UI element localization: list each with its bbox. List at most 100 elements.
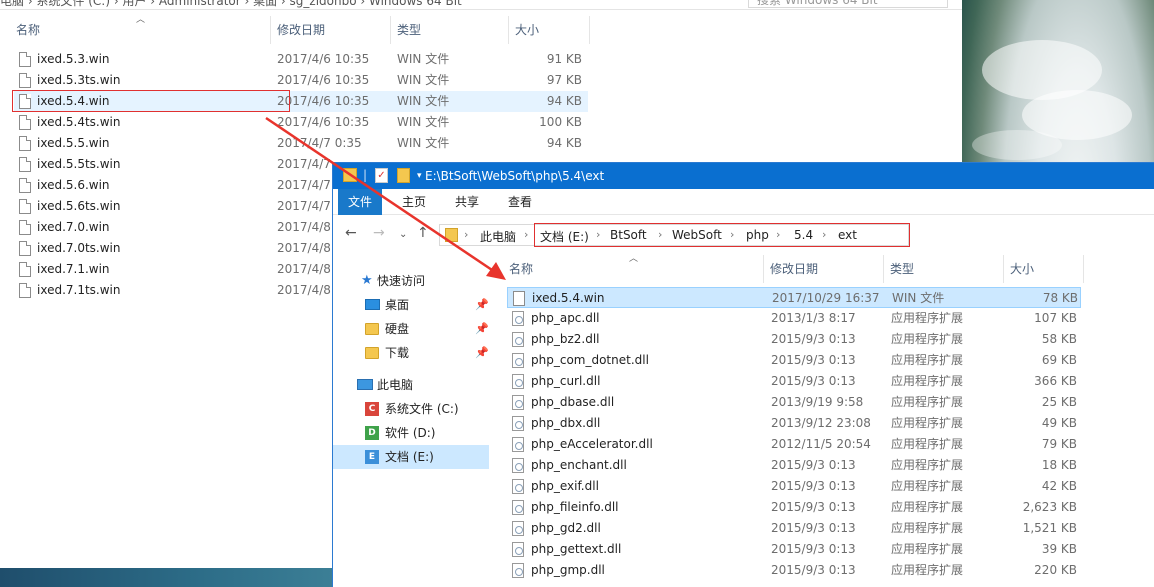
recent-chevron-icon[interactable]: ⌄ <box>399 229 407 240</box>
properties-icon[interactable]: ✓ <box>375 168 388 183</box>
dll-file-icon <box>512 521 524 536</box>
table-row[interactable]: php_gd2.dll 2015/9/3 0:13 应用程序扩展 1,521 KB <box>507 518 1081 539</box>
dll-file-icon <box>512 437 524 452</box>
file-date: 2015/9/3 0:13 <box>771 542 856 556</box>
table-row[interactable]: php_enchant.dll 2015/9/3 0:13 应用程序扩展 18 KB <box>507 455 1081 476</box>
file-icon <box>19 73 31 88</box>
back-search-input[interactable]: 搜索 Windows 64 Bit <box>748 0 948 8</box>
file-date: 2017/4/8 <box>277 262 331 276</box>
back-header-size[interactable]: 大小 <box>509 16 589 44</box>
header-date[interactable]: 修改日期 <box>764 255 884 283</box>
breadcrumb-separator-icon[interactable]: › <box>464 228 468 241</box>
file-size: 18 KB <box>1041 458 1077 472</box>
ribbon-tabs: 文件 主页 共享 查看 <box>333 189 1154 215</box>
dll-file-icon <box>512 311 524 326</box>
table-row[interactable]: php_exif.dll 2015/9/3 0:13 应用程序扩展 42 KB <box>507 476 1081 497</box>
nav-label: 系统文件 (C:) <box>385 402 459 416</box>
new-folder-icon[interactable] <box>397 168 410 183</box>
file-name: ixed.5.4.win <box>532 291 605 305</box>
dll-file-icon <box>512 458 524 473</box>
pin-icon[interactable]: 📌 <box>475 317 489 341</box>
table-row[interactable]: php_bz2.dll 2015/9/3 0:13 应用程序扩展 58 KB <box>507 329 1081 350</box>
file-type: WIN 文件 <box>397 136 450 150</box>
file-date: 2017/4/6 10:35 <box>277 94 370 108</box>
back-header-name[interactable]: 名称 <box>10 16 272 44</box>
header-type[interactable]: 类型 <box>884 255 1002 283</box>
nav-quick-access[interactable]: ★ 快速访问 <box>333 269 489 293</box>
tab-file[interactable]: 文件 <box>338 189 382 215</box>
back-breadcrumb[interactable]: 电脑 › 系统文件 (C:) › 用户 › Administrator › 桌面… <box>0 0 462 9</box>
file-date: 2017/4/6 10:35 <box>277 52 370 66</box>
drive-c-icon: C <box>365 402 379 416</box>
pin-icon[interactable]: 📌 <box>475 293 489 317</box>
file-type: 应用程序扩展 <box>891 416 964 430</box>
file-date: 2013/9/12 23:08 <box>771 416 871 430</box>
navigation-bar: ← → ⌄ ↑ › 此电脑 › 文档 (E:) › BtSoft › WebSo… <box>333 215 1154 255</box>
file-date: 2017/4/8 <box>277 220 331 234</box>
file-icon <box>19 241 31 256</box>
table-row[interactable]: php_curl.dll 2015/9/3 0:13 应用程序扩展 366 KB <box>507 371 1081 392</box>
file-size: 42 KB <box>1041 479 1077 493</box>
file-type: 应用程序扩展 <box>891 353 964 367</box>
nav-drive-e[interactable]: E 文档 (E:) <box>333 445 489 469</box>
drive-e-icon: E <box>365 450 379 464</box>
table-row[interactable]: php_gmp.dll 2015/9/3 0:13 应用程序扩展 220 KB <box>507 560 1081 581</box>
header-divider[interactable] <box>1083 255 1084 283</box>
back-address-bar[interactable]: 电脑 › 系统文件 (C:) › 用户 › Administrator › 桌面… <box>0 0 962 10</box>
tab-share[interactable]: 共享 <box>447 189 487 215</box>
header-name[interactable]: 名称 <box>503 255 765 283</box>
file-type: 应用程序扩展 <box>891 311 964 325</box>
nav-label: 软件 (D:) <box>385 426 436 440</box>
file-size: 366 KB <box>1034 374 1077 388</box>
customize-chevron-icon[interactable]: ▾ <box>417 171 422 181</box>
file-date: 2017/10/29 16:37 <box>772 291 880 305</box>
title-bar[interactable]: | ✓ ▾ E:\BtSoft\WebSoft\php\5.4\ext <box>333 163 1154 189</box>
table-row[interactable]: ixed.5.3.win 2017/4/6 10:35 WIN 文件 91 KB <box>14 49 588 70</box>
up-arrow-icon[interactable]: ↑ <box>417 225 429 241</box>
header-divider[interactable] <box>589 16 590 44</box>
nav-drive-d[interactable]: D 软件 (D:) <box>333 421 489 445</box>
nav-desktop[interactable]: 桌面 📌 <box>333 293 489 317</box>
file-name: ixed.7.1ts.win <box>37 283 121 297</box>
table-row[interactable]: php_eAccelerator.dll 2012/11/5 20:54 应用程序扩… <box>507 434 1081 455</box>
table-row[interactable]: php_fileinfo.dll 2015/9/3 0:13 应用程序扩展 2,623… <box>507 497 1081 518</box>
folder-icon <box>365 347 379 359</box>
file-size: 79 KB <box>1041 437 1077 451</box>
table-row[interactable]: php_com_dotnet.dll 2015/9/3 0:13 应用程序扩展 69 … <box>507 350 1081 371</box>
file-size: 220 KB <box>1034 563 1077 577</box>
file-type: 应用程序扩展 <box>891 374 964 388</box>
table-row[interactable]: ixed.5.3ts.win 2017/4/6 10:35 WIN 文件 97 KB <box>14 70 588 91</box>
table-row[interactable]: php_dbase.dll 2013/9/19 9:58 应用程序扩展 25 KB <box>507 392 1081 413</box>
nav-label: 下载 <box>385 346 410 360</box>
nav-downloads[interactable]: 下载 📌 <box>333 341 489 365</box>
table-row[interactable]: php_gettext.dll 2015/9/3 0:13 应用程序扩展 39 KB <box>507 539 1081 560</box>
breadcrumb-separator-icon[interactable]: › <box>524 228 528 241</box>
file-icon <box>513 291 525 306</box>
desktop-icon <box>365 299 380 310</box>
table-row[interactable]: php_apc.dll 2013/1/3 8:17 应用程序扩展 107 KB <box>507 308 1081 329</box>
table-row[interactable]: ixed.5.4ts.win 2017/4/6 10:35 WIN 文件 100 KB <box>14 112 588 133</box>
tab-home[interactable]: 主页 <box>393 189 435 215</box>
back-arrow-icon[interactable]: ← <box>345 225 357 241</box>
table-row[interactable]: ixed.5.4.win 2017/10/29 16:37 WIN 文件 78 KB <box>507 287 1081 308</box>
back-header-type[interactable]: 类型 <box>391 16 509 44</box>
table-row[interactable]: php_dbx.dll 2013/9/12 23:08 应用程序扩展 49 KB <box>507 413 1081 434</box>
file-type: WIN 文件 <box>397 52 450 66</box>
header-size[interactable]: 大小 <box>1004 255 1084 283</box>
file-name: php_enchant.dll <box>531 458 627 472</box>
back-header-date[interactable]: 修改日期 <box>271 16 391 44</box>
pin-icon[interactable]: 📌 <box>475 341 489 365</box>
file-size: 107 KB <box>1034 311 1077 325</box>
nav-drive-c[interactable]: C 系统文件 (C:) <box>333 397 489 421</box>
tab-view[interactable]: 查看 <box>499 189 541 215</box>
file-date: 2012/11/5 20:54 <box>771 437 871 451</box>
file-type: 应用程序扩展 <box>891 542 964 556</box>
table-row[interactable]: ixed.5.5.win 2017/4/7 0:35 WIN 文件 94 KB <box>14 133 588 154</box>
file-size: 58 KB <box>1041 332 1077 346</box>
file-type: 应用程序扩展 <box>891 479 964 493</box>
nav-this-pc[interactable]: 此电脑 <box>333 373 489 397</box>
file-name: php_fileinfo.dll <box>531 500 619 514</box>
forward-arrow-icon[interactable]: → <box>373 225 385 241</box>
nav-harddisk[interactable]: 硬盘 📌 <box>333 317 489 341</box>
crumb-this-pc[interactable]: 此电脑 <box>480 228 516 245</box>
